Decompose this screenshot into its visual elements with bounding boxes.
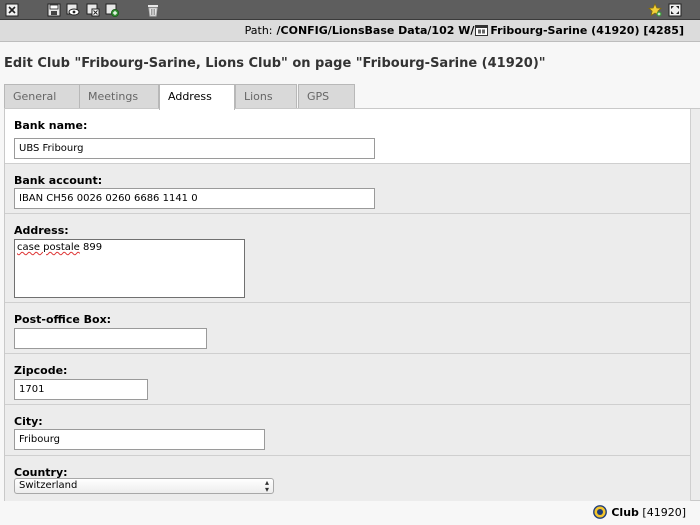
bank-name-input[interactable] [14, 138, 375, 159]
delete-icon[interactable] [146, 3, 160, 17]
path-bar: Path:/CONFIG/LionsBase Data/102 W/Fribou… [0, 20, 700, 42]
address-form: Bank name: Bank account: Address: case p… [4, 108, 700, 501]
zipcode-row: Zipcode: [5, 354, 691, 405]
path-value: /CONFIG/LionsBase Data/102 W/ [276, 24, 475, 37]
lions-club-icon [593, 505, 608, 524]
zipcode-label: Zipcode: [14, 364, 68, 377]
country-row: Country: Switzerland ▴ ▾ [5, 456, 691, 501]
zipcode-input[interactable] [14, 379, 148, 400]
po-box-label: Post-office Box: [14, 313, 112, 326]
tab-lions[interactable]: Lions [235, 84, 297, 109]
bank-account-input[interactable] [14, 188, 375, 209]
bank-name-label: Bank name: [14, 119, 88, 132]
tab-gps[interactable]: GPS [298, 84, 355, 109]
tab-general[interactable]: General [4, 84, 80, 109]
shortcut-star-icon[interactable] [648, 3, 662, 17]
tab-meetings[interactable]: Meetings [79, 84, 159, 109]
po-box-row: Post-office Box: [5, 303, 691, 354]
city-row: City: [5, 405, 691, 456]
save-new-icon[interactable] [105, 3, 119, 17]
page-title: Edit Club "Fribourg-Sarine, Lions Club" … [4, 56, 546, 71]
country-select-value: Switzerland [19, 480, 78, 491]
save-view-icon[interactable] [66, 3, 80, 17]
tab-address[interactable]: Address [159, 84, 235, 110]
address-text-spellflag: case postale [17, 242, 80, 253]
record-id: [41920] [642, 506, 686, 519]
address-textarea[interactable]: case postale 899 [14, 239, 245, 298]
address-text-rest: 899 [79, 242, 103, 253]
address-label: Address: [14, 224, 69, 237]
close-icon[interactable] [5, 3, 19, 17]
record-footer: Club [41920] [593, 505, 686, 521]
city-input[interactable] [14, 429, 265, 450]
bank-name-row: Bank name: [5, 109, 691, 164]
path-page-link[interactable]: Fribourg-Sarine (41920) [4285] [490, 24, 684, 37]
city-label: City: [14, 415, 43, 428]
address-row: Address: case postale 899 [5, 214, 691, 303]
po-box-input[interactable] [14, 328, 207, 349]
country-select[interactable]: Switzerland ▴ ▾ [14, 478, 274, 494]
doc-toolbar [0, 0, 700, 20]
bank-account-label: Bank account: [14, 174, 103, 187]
fullscreen-icon[interactable] [668, 3, 682, 17]
page-icon [475, 22, 489, 44]
select-arrows-icon: ▴ ▾ [264, 478, 269, 494]
record-type: Club [611, 506, 639, 519]
bank-account-row: Bank account: [5, 164, 691, 214]
save-close-icon[interactable] [86, 3, 100, 17]
path-label: Path: [244, 24, 273, 37]
save-icon[interactable] [47, 3, 61, 17]
